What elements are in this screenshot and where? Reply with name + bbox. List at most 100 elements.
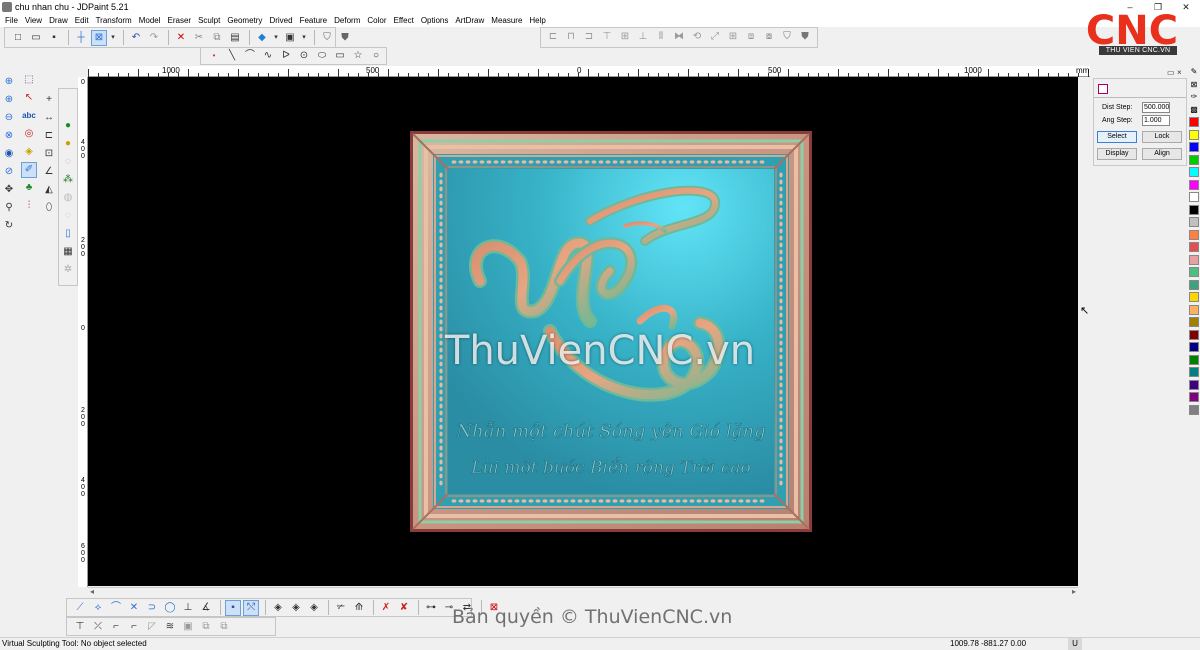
color-swatch[interactable] bbox=[1189, 192, 1199, 202]
panel-close-icon[interactable]: × bbox=[1177, 68, 1182, 77]
color-swatch[interactable] bbox=[1189, 392, 1199, 402]
menu-deform[interactable]: Deform bbox=[334, 16, 360, 25]
toolbar-frame bbox=[66, 598, 472, 617]
select-button[interactable]: Select bbox=[1097, 131, 1137, 143]
color-swatch[interactable] bbox=[1189, 242, 1199, 252]
color-swatch[interactable] bbox=[1189, 317, 1199, 327]
menu-options[interactable]: Options bbox=[421, 16, 449, 25]
menu-artdraw[interactable]: ArtDraw bbox=[455, 16, 484, 25]
measure-tool-icon[interactable]: ⫶ bbox=[21, 198, 37, 214]
menu-file[interactable]: File bbox=[5, 16, 18, 25]
menu-eraser[interactable]: Eraser bbox=[168, 16, 192, 25]
node-edit-icon[interactable]: ↖ bbox=[21, 90, 37, 106]
select-rect-icon[interactable]: ⬚ bbox=[21, 72, 37, 88]
color-swatch[interactable] bbox=[1189, 354, 1199, 365]
pan-icon[interactable]: ✥ bbox=[1, 182, 17, 198]
menu-help[interactable]: Help bbox=[529, 16, 545, 25]
lock-button[interactable]: Lock bbox=[1142, 131, 1182, 143]
watermark-center: ThuVienCNC.vn bbox=[444, 328, 756, 374]
color-swatch[interactable] bbox=[1189, 229, 1199, 240]
menu-effect[interactable]: Effect bbox=[394, 16, 414, 25]
frame-icon[interactable]: ⊡ bbox=[41, 146, 57, 162]
zoom-out-icon[interactable]: ⊖ bbox=[1, 110, 17, 126]
menu-geometry[interactable]: Geometry bbox=[227, 16, 262, 25]
edit-tools-palette: ⬚ ↖ abc ◎ ◈ ✐ ♣ ⫶ bbox=[20, 72, 38, 216]
pyramid-icon[interactable]: ◭ bbox=[41, 182, 57, 198]
align-button[interactable]: Align bbox=[1142, 148, 1182, 160]
refresh-icon[interactable]: ↻ bbox=[1, 218, 17, 234]
color-swatch[interactable] bbox=[1189, 254, 1199, 265]
unit-badge: U bbox=[1068, 638, 1082, 650]
toolbar-frame bbox=[200, 47, 387, 65]
color-swatch[interactable] bbox=[1189, 404, 1199, 415]
diamond-icon[interactable]: ◈ bbox=[21, 144, 37, 160]
menu-measure[interactable]: Measure bbox=[491, 16, 522, 25]
angle-icon[interactable]: ∠ bbox=[41, 164, 57, 180]
color-swatch[interactable] bbox=[1189, 279, 1199, 290]
shield-filled-icon[interactable]: ⛊ bbox=[337, 30, 353, 46]
ang-step-input[interactable]: 1.000 bbox=[1142, 115, 1170, 126]
display-button[interactable]: Display bbox=[1097, 148, 1137, 160]
panel-tab-icon[interactable] bbox=[1098, 84, 1108, 94]
scroll-right-icon[interactable]: ▸ bbox=[1072, 587, 1076, 596]
zoom-window-icon[interactable]: ⊕ bbox=[1, 74, 17, 90]
zoom-selected-icon[interactable]: ⊘ bbox=[1, 164, 17, 180]
color-swatch[interactable] bbox=[1189, 217, 1199, 227]
ruler-unit: mm bbox=[1076, 66, 1090, 75]
menu-view[interactable]: View bbox=[25, 16, 42, 25]
color-swatch[interactable] bbox=[1189, 154, 1199, 165]
vertical-scrollbar[interactable] bbox=[1078, 77, 1090, 587]
view-all-icon[interactable]: ◉ bbox=[1, 146, 17, 162]
color-swatch[interactable] bbox=[1189, 267, 1199, 277]
zoom-in-icon[interactable]: ⊕ bbox=[1, 92, 17, 108]
ruler-label: 1000 bbox=[162, 66, 180, 75]
calligraphy-line-2: Lùi một bước Biển rộng Trời cao bbox=[470, 458, 750, 478]
color-swatch[interactable] bbox=[1189, 129, 1199, 140]
toolbar-frame bbox=[540, 27, 818, 48]
toolbar-frame bbox=[66, 617, 276, 636]
color-swatch[interactable] bbox=[1189, 292, 1199, 302]
panel-pin-icon[interactable]: ▭ bbox=[1167, 68, 1175, 77]
cursor-coordinates: 1009.78 -881.27 0.00 bbox=[950, 639, 1027, 648]
color-palette: ✎ ⊠ ✑ ▩ bbox=[1188, 67, 1200, 417]
horizontal-scrollbar[interactable]: ◂ ▸ bbox=[88, 587, 1078, 597]
calligraphy-line-1: Nhẫn một chút Sóng yên Gió lặng bbox=[455, 421, 765, 442]
offset-icon[interactable]: ⊏ bbox=[41, 128, 57, 144]
tree-icon[interactable]: ♣ bbox=[21, 180, 37, 196]
width-icon[interactable]: ↔ bbox=[41, 110, 57, 126]
menu-color[interactable]: Color bbox=[367, 16, 386, 25]
scroll-left-icon[interactable]: ◂ bbox=[90, 587, 94, 596]
text-icon[interactable]: abc bbox=[21, 108, 37, 124]
color-swatch[interactable] bbox=[1189, 342, 1199, 352]
ruler-ticks bbox=[88, 69, 1089, 77]
pattern-icon[interactable]: ▩ bbox=[1189, 105, 1199, 115]
pen-icon[interactable]: ✎ bbox=[1189, 67, 1199, 77]
dist-step-input[interactable]: 500.000 bbox=[1142, 102, 1170, 113]
zoom-previous-icon[interactable]: ⊗ bbox=[1, 128, 17, 144]
color-swatch[interactable] bbox=[1189, 204, 1199, 215]
no-color-icon[interactable]: ⊠ bbox=[1189, 80, 1199, 90]
color-swatch[interactable] bbox=[1189, 117, 1199, 127]
color-swatch[interactable] bbox=[1189, 179, 1199, 190]
jdpaint-window: chu nhan chu - JDPaint 5.21 – ❐ ✕ File V… bbox=[0, 0, 1200, 650]
color-swatch[interactable] bbox=[1189, 167, 1199, 177]
color-swatch[interactable] bbox=[1189, 329, 1199, 340]
ruler-label: 6 0 0 bbox=[81, 543, 85, 564]
menu-model[interactable]: Model bbox=[139, 16, 161, 25]
menu-sculpt[interactable]: Sculpt bbox=[198, 16, 220, 25]
color-swatch[interactable] bbox=[1189, 367, 1199, 377]
sculpt-brush-icon[interactable]: ✐ bbox=[21, 162, 37, 178]
color-swatch[interactable] bbox=[1189, 304, 1199, 315]
zoom-icon[interactable]: ⚲ bbox=[1, 200, 17, 216]
menu-drived[interactable]: Drived bbox=[269, 16, 292, 25]
color-swatch[interactable] bbox=[1189, 142, 1199, 152]
menu-edit[interactable]: Edit bbox=[75, 16, 89, 25]
color-swatch[interactable] bbox=[1189, 379, 1199, 390]
menu-feature[interactable]: Feature bbox=[300, 16, 328, 25]
menu-draw[interactable]: Draw bbox=[49, 16, 68, 25]
eyedropper-icon[interactable]: ✑ bbox=[1189, 92, 1199, 102]
stop-icon[interactable]: ◎ bbox=[21, 126, 37, 142]
menu-transform[interactable]: Transform bbox=[96, 16, 132, 25]
plus-icon[interactable]: + bbox=[41, 92, 57, 108]
blob-icon[interactable]: ⬯ bbox=[41, 200, 57, 216]
